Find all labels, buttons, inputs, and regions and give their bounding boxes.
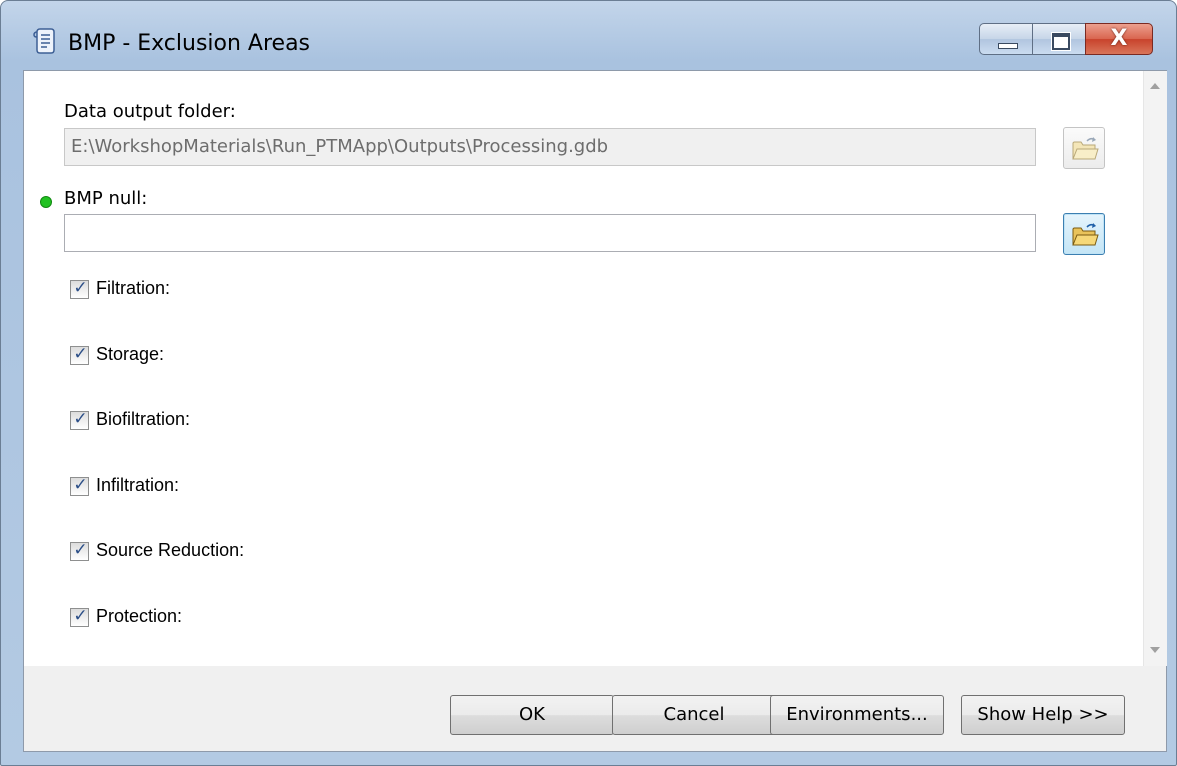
vertical-scrollbar[interactable] (1143, 71, 1167, 666)
checkbox-label: Source Reduction: (96, 540, 245, 560)
dialog-window: BMP - Exclusion Areas X Data output fold… (0, 0, 1177, 766)
checkbox[interactable]: ✓ (70, 344, 89, 365)
bmp-null-label: BMP null: (64, 188, 148, 209)
toolbox-script-icon (33, 28, 55, 54)
output-folder-browse-button (1063, 127, 1105, 169)
close-icon: X (1110, 26, 1128, 51)
scroll-down-arrow-icon[interactable] (1150, 647, 1160, 653)
window-title: BMP - Exclusion Areas (68, 31, 311, 56)
checkbox[interactable]: ✓ (70, 475, 89, 496)
minimize-button[interactable] (979, 23, 1033, 55)
checkbox-label: Protection: (96, 606, 183, 626)
checkmark-icon: ✓ (73, 475, 88, 495)
close-button[interactable]: X (1085, 23, 1153, 55)
checkbox-label: Infiltration: (96, 475, 180, 495)
environments-button[interactable]: Environments... (770, 695, 944, 735)
folder-open-icon (1072, 137, 1099, 160)
checkbox[interactable]: ✓ (70, 540, 89, 561)
output-folder-input: E:\WorkshopMaterials\Run_PTMApp\Outputs\… (64, 128, 1036, 166)
minimize-icon (998, 43, 1018, 49)
checkmark-icon: ✓ (73, 344, 88, 364)
checkmark-icon: ✓ (73, 409, 88, 429)
cancel-button[interactable]: Cancel (612, 695, 776, 735)
checkbox-label: Biofiltration: (96, 409, 191, 429)
parameters-panel: Data output folder: E:\WorkshopMaterials… (24, 71, 1143, 666)
scroll-up-arrow-icon[interactable] (1150, 83, 1160, 89)
ok-button[interactable]: OK (450, 695, 614, 735)
folder-open-icon (1072, 223, 1099, 246)
output-folder-label: Data output folder: (64, 101, 236, 122)
checkbox[interactable]: ✓ (70, 278, 89, 299)
required-indicator (40, 196, 52, 208)
dialog-client-area: Data output folder: E:\WorkshopMaterials… (23, 70, 1167, 752)
maximize-button[interactable] (1032, 23, 1086, 55)
show-help-button[interactable]: Show Help >> (961, 695, 1125, 735)
checkbox-label: Filtration: (96, 278, 171, 298)
checkmark-icon: ✓ (73, 540, 88, 560)
checkmark-icon: ✓ (73, 606, 88, 626)
checkmark-icon: ✓ (73, 278, 88, 298)
bmp-null-input[interactable] (64, 214, 1036, 252)
checkbox-label: Storage: (96, 344, 165, 364)
maximize-icon (1051, 32, 1071, 51)
checkbox[interactable]: ✓ (70, 409, 89, 430)
checkbox[interactable]: ✓ (70, 606, 89, 627)
bmp-null-browse-button[interactable] (1063, 213, 1105, 255)
